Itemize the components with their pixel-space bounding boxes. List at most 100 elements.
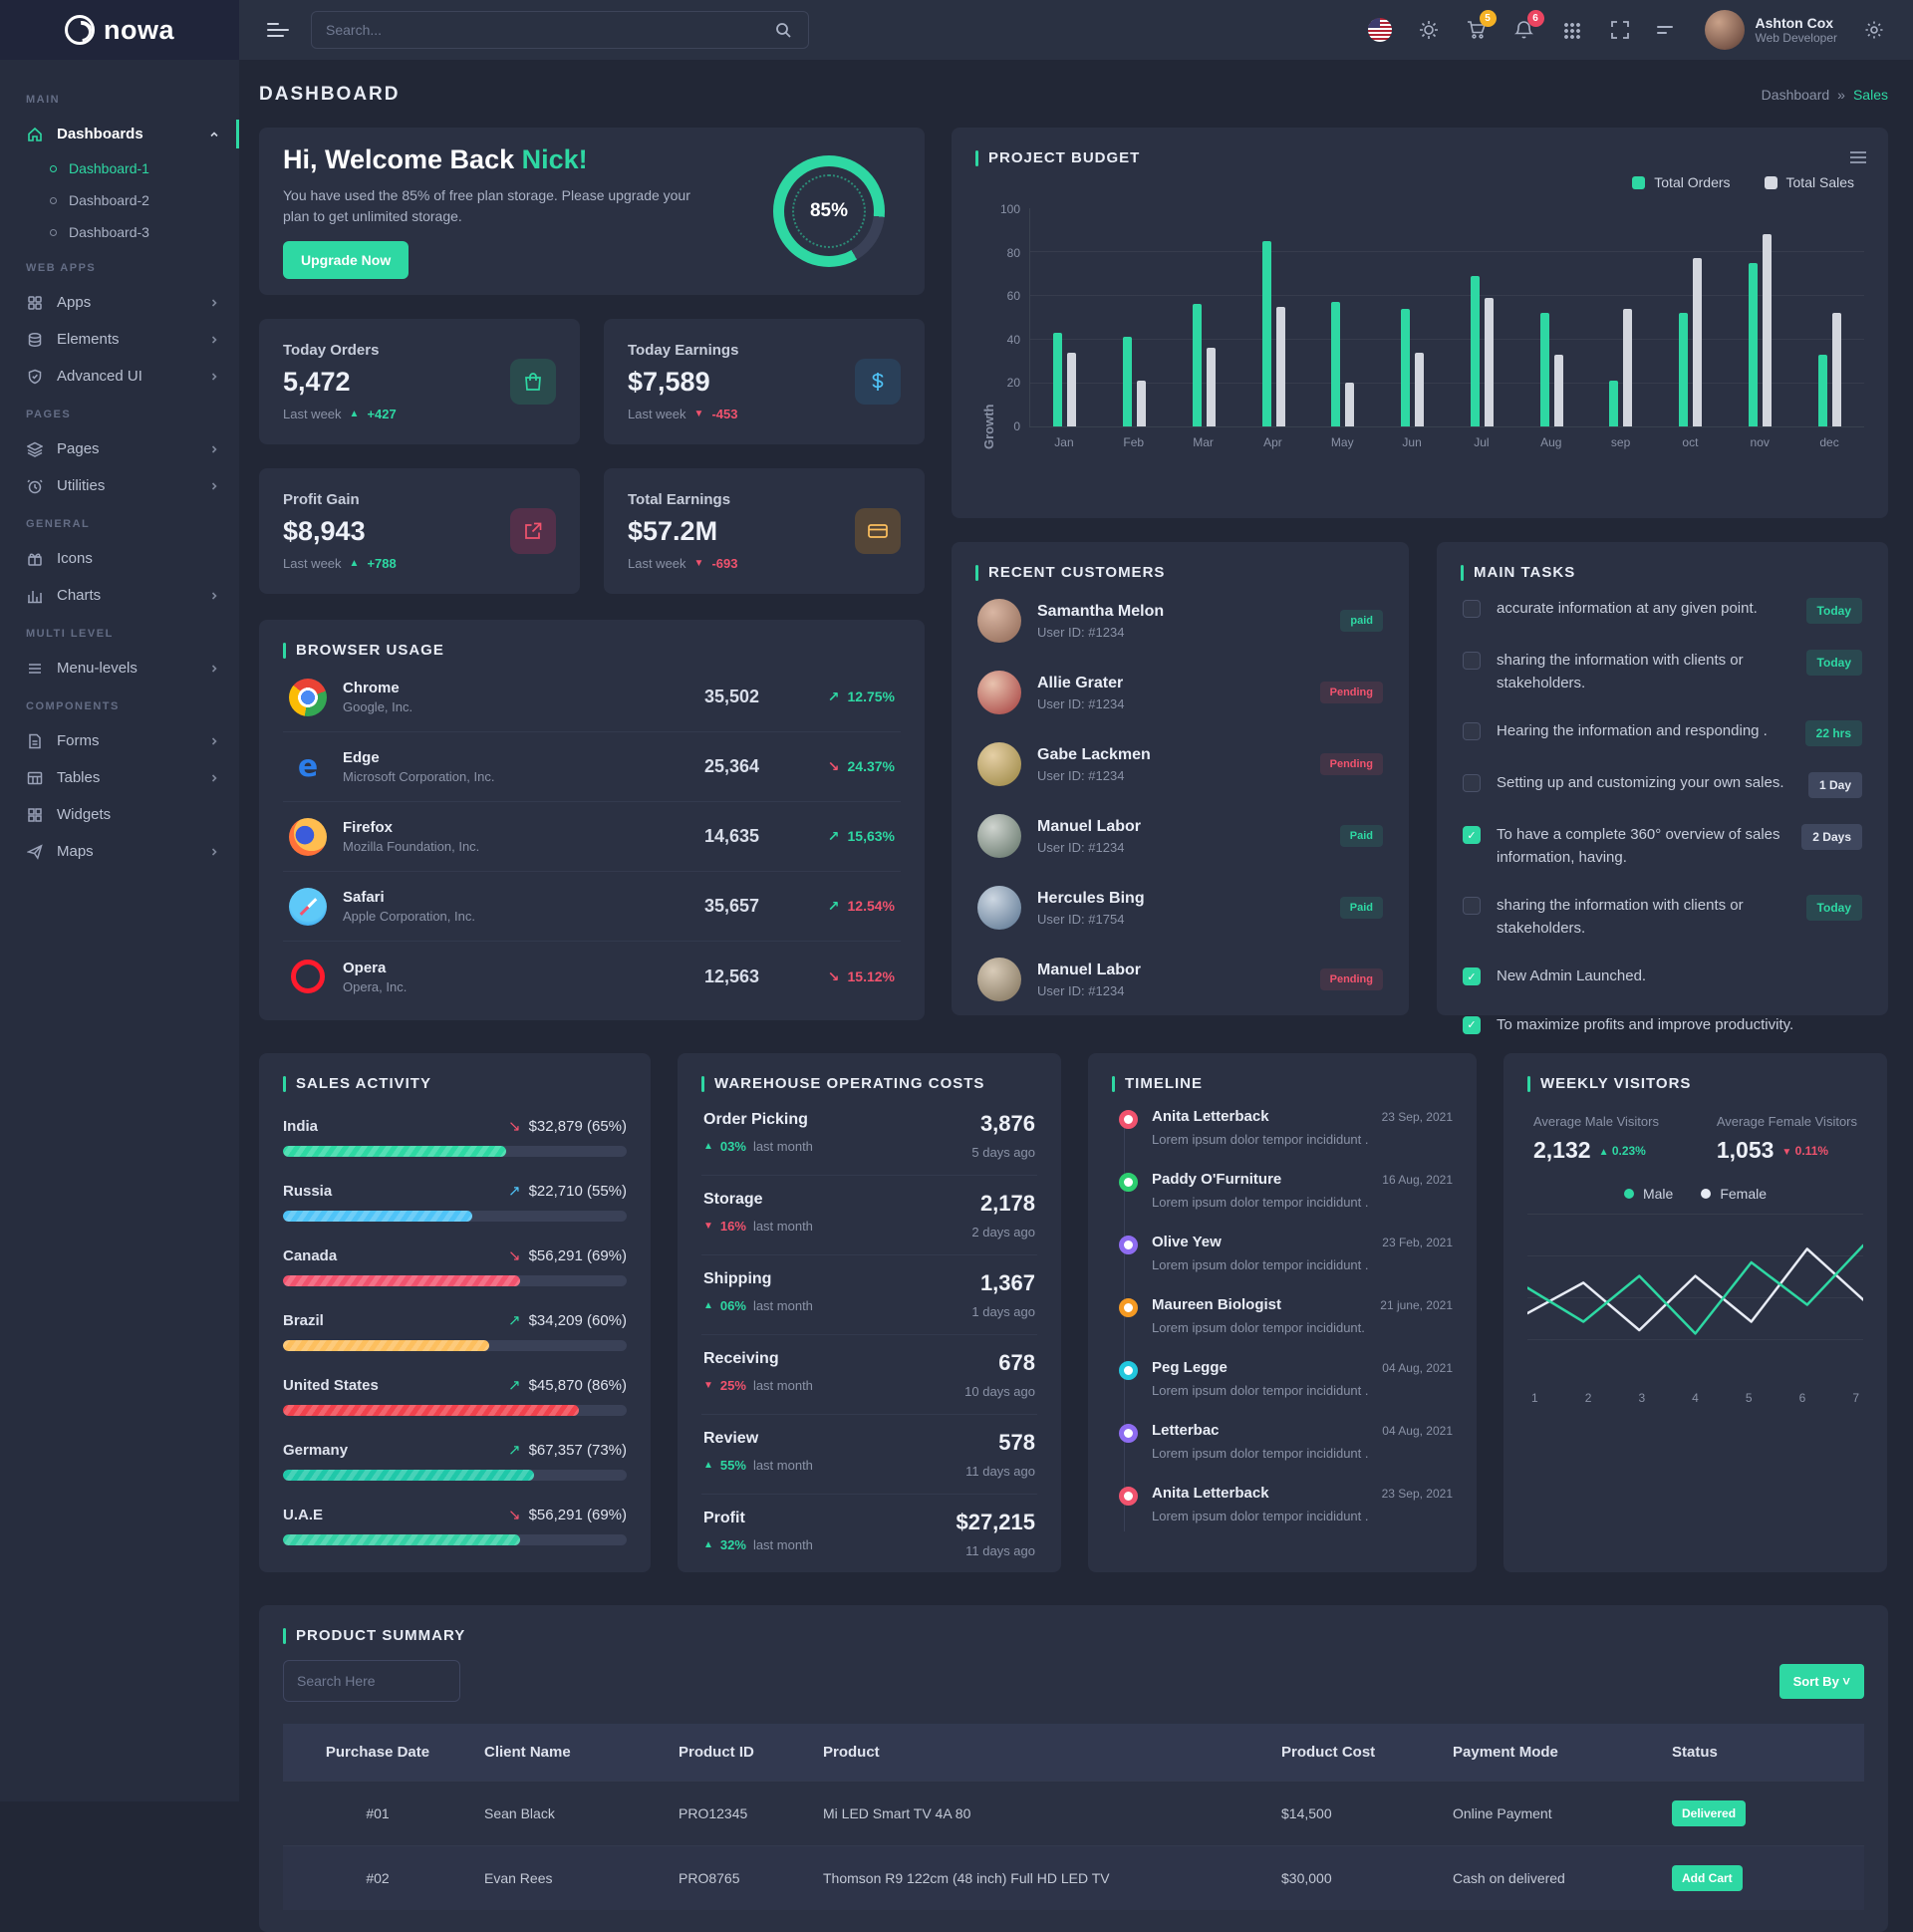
storage-donut: 85% [773, 155, 885, 267]
sidebar-group-pages: PAGES [0, 395, 239, 430]
logo[interactable]: nowa [0, 0, 239, 60]
sidebar-item-apps[interactable]: Apps [0, 284, 239, 321]
checkbox-checked[interactable]: ✓ [1463, 826, 1481, 844]
sidebar-item-widgets[interactable]: Widgets [0, 796, 239, 833]
customer-row[interactable]: Manuel LaborUser ID: #1234 Pending [975, 944, 1385, 1015]
add-cart-button[interactable]: Add Cart [1672, 1865, 1743, 1891]
sidebar-group-multilevel: MULTI LEVEL [0, 614, 239, 650]
sidebar-item-tables[interactable]: Tables [0, 759, 239, 796]
sidebar-item-advanced-ui[interactable]: Advanced UI [0, 358, 239, 395]
theme-sun-icon[interactable] [1418, 19, 1440, 41]
customer-row[interactable]: Samantha MelonUser ID: #1234 paid [975, 585, 1385, 657]
column-header[interactable]: Client Name [472, 1724, 667, 1782]
chevron-right-icon [209, 481, 219, 491]
sort-by-button[interactable]: Sort By ˅ [1779, 1664, 1864, 1699]
sidebar-toggle-icon[interactable] [267, 23, 289, 37]
sidebar-item-icons[interactable]: Icons [0, 540, 239, 577]
breadcrumb-root[interactable]: Dashboard [1762, 87, 1830, 103]
card-title: WEEKLY VISITORS [1540, 1075, 1691, 1092]
search-input[interactable] [326, 22, 762, 38]
language-flag-icon[interactable] [1368, 18, 1392, 42]
user-menu[interactable]: Ashton Cox Web Developer [1705, 10, 1838, 50]
upgrade-now-button[interactable]: Upgrade Now [283, 241, 409, 279]
main-tasks-card: MAIN TASKS accurate information at any g… [1437, 542, 1888, 1015]
x-axis-labels: 12 34 56 7 [1527, 1381, 1863, 1405]
product-table: Purchase Date Client Name Product ID Pro… [283, 1724, 1864, 1910]
settings-gear-icon[interactable] [1863, 19, 1885, 41]
timeline-dot [1119, 1361, 1138, 1380]
checkbox[interactable] [1463, 897, 1481, 915]
stat-card-today-earnings: Today Earnings $7,589 Last week ▼ -453 [604, 319, 925, 444]
status-badge[interactable]: Delivered [1672, 1800, 1746, 1826]
apps-grid-icon[interactable] [1561, 19, 1583, 41]
chevron-up-icon [209, 130, 219, 139]
sidebar-item-elements[interactable]: Elements [0, 321, 239, 358]
cart-icon[interactable]: 5 [1466, 19, 1488, 41]
sidebar-item-dashboards[interactable]: Dashboards [0, 116, 239, 152]
timeline-dot [1119, 1236, 1138, 1254]
column-header[interactable]: Product ID [667, 1724, 811, 1782]
project-budget-card: PROJECT BUDGET Total Orders Total Sales … [952, 128, 1888, 518]
product-summary-card: PRODUCT SUMMARY Sort By ˅ Purchase Date … [259, 1605, 1888, 1932]
checkbox-checked[interactable]: ✓ [1463, 1016, 1481, 1034]
column-header[interactable]: Product [811, 1724, 1269, 1782]
breadcrumb-current: Sales [1853, 87, 1888, 103]
customer-row[interactable]: Hercules BingUser ID: #1754 Paid [975, 872, 1385, 944]
sidebar-item-utilities[interactable]: Utilities [0, 467, 239, 504]
sidebar-item-menu-levels[interactable]: Menu-levels [0, 650, 239, 687]
customer-row[interactable]: Gabe LackmenUser ID: #1234 Pending [975, 728, 1385, 800]
browser-row-edge[interactable]: e EdgeMicrosoft Corporation, Inc. 25,364… [283, 732, 901, 802]
filter-icon[interactable] [1657, 19, 1679, 41]
column-header[interactable]: Purchase Date [283, 1724, 472, 1782]
sidebar-item-maps[interactable]: Maps [0, 833, 239, 870]
chevron-right-icon [209, 591, 219, 601]
browser-row-firefox[interactable]: FirefoxMozilla Foundation, Inc. 14,635 ↗… [283, 802, 901, 872]
task-row: accurate information at any given point.… [1461, 585, 1864, 637]
sidebar-item-dashboard-1[interactable]: Dashboard-1 [0, 152, 239, 184]
trend-up-icon: ▲ [703, 1141, 713, 1152]
checkbox[interactable] [1463, 652, 1481, 670]
task-row: ✓ To have a complete 360° overview of sa… [1461, 811, 1864, 882]
logo-icon [65, 15, 95, 45]
storage-percent: 85% [773, 155, 885, 267]
chevron-right-icon [209, 335, 219, 345]
sidebar-item-dashboard-3[interactable]: Dashboard-3 [0, 216, 239, 248]
notifications-bell-icon[interactable]: 6 [1513, 19, 1535, 41]
sidebar-item-dashboard-2[interactable]: Dashboard-2 [0, 184, 239, 216]
table-search-input[interactable] [283, 1660, 460, 1702]
trend-down-icon: ▼ [703, 1221, 713, 1232]
user-role: Web Developer [1756, 31, 1838, 45]
credit-card-icon [855, 508, 901, 554]
sidebar-item-charts[interactable]: Charts [0, 577, 239, 614]
fullscreen-icon[interactable] [1609, 19, 1631, 41]
trend-arrow-icon: ↗ [508, 1182, 521, 1200]
customer-row[interactable]: Allie GraterUser ID: #1234 Pending [975, 657, 1385, 728]
table-row[interactable]: #02 Evan Rees PRO8765 Thomson R9 122cm (… [283, 1846, 1864, 1911]
due-badge: 1 Day [1808, 772, 1862, 798]
timeline-card: TIMELINE Anita Letterback23 Sep, 2021 Lo… [1088, 1053, 1477, 1572]
sidebar-item-pages[interactable]: Pages [0, 430, 239, 467]
browser-row-opera[interactable]: OperaOpera, Inc. 12,563 ↘15.12% [283, 942, 901, 1011]
browser-row-chrome[interactable]: ChromeGoogle, Inc. 35,502 ↗12.75% [283, 663, 901, 732]
timeline-item: Peg Legge04 Aug, 2021 Lorem ipsum dolor … [1116, 1359, 1453, 1422]
due-badge: 22 hrs [1805, 720, 1862, 746]
browser-row-safari[interactable]: SafariApple Corporation, Inc. 35,657 ↗12… [283, 872, 901, 942]
timeline-item: Maureen Biologist21 june, 2021 Lorem ips… [1116, 1296, 1453, 1359]
trend-arrow-icon: ↗ [828, 828, 840, 845]
checkbox[interactable] [1463, 774, 1481, 792]
stat-card-profit-gain: Profit Gain $8,943 Last week ▲ +788 [259, 468, 580, 594]
column-header[interactable]: Status [1660, 1724, 1864, 1782]
global-search[interactable] [311, 11, 809, 49]
table-row[interactable]: #01 Sean Black PRO12345 Mi LED Smart TV … [283, 1782, 1864, 1846]
checkbox-checked[interactable]: ✓ [1463, 967, 1481, 985]
column-header[interactable]: Payment Mode [1441, 1724, 1660, 1782]
sidebar-item-forms[interactable]: Forms [0, 722, 239, 759]
card-menu-icon[interactable] [1850, 151, 1866, 163]
checkbox[interactable] [1463, 722, 1481, 740]
customer-row[interactable]: Manuel LaborUser ID: #1234 Paid [975, 800, 1385, 872]
checkbox[interactable] [1463, 600, 1481, 618]
column-header[interactable]: Product Cost [1269, 1724, 1441, 1782]
search-icon[interactable] [772, 19, 794, 41]
breadcrumb-separator: » [1837, 87, 1845, 103]
status-badge: paid [1340, 610, 1383, 632]
